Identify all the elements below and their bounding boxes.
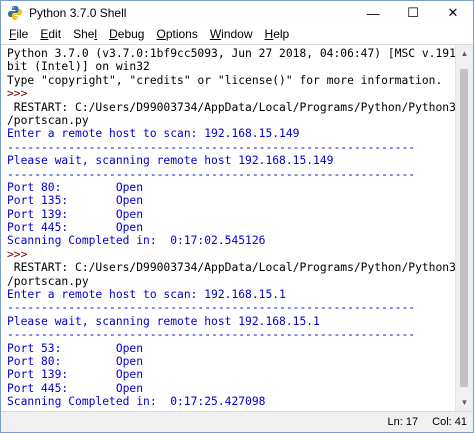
menu-help[interactable]: Help: [259, 25, 296, 44]
shell-line: ----------------------------------------…: [7, 167, 416, 181]
shell-line: Port 80: Open: [7, 354, 144, 368]
shell-text-area[interactable]: Python 3.7.0 (v3.7.0:1bf9cc5093, Jun 27 …: [1, 45, 455, 411]
shell-line: ----------------------------------------…: [7, 301, 416, 315]
menu-window[interactable]: Window: [204, 25, 259, 44]
menu-help-mnemonic: H: [264, 27, 274, 41]
shell-line: RESTART: C:/Users/D99003734/AppData/Loca…: [7, 261, 455, 275]
shell-line: ----------------------------------------…: [7, 328, 416, 342]
shell-line: Port 445: Open: [7, 221, 144, 235]
shell-line: Port 80: Open: [7, 180, 144, 194]
python-logo-icon: [8, 6, 22, 20]
menu-file-label: ile: [16, 27, 29, 41]
menu-shell-mnemonic: l: [94, 27, 98, 41]
vertical-scrollbar[interactable]: ▲ ▼: [455, 45, 473, 411]
shell-line: ----------------------------------------…: [7, 140, 416, 154]
menu-debug[interactable]: Debug: [103, 25, 150, 44]
shell-line: Port 139: Open: [7, 207, 144, 221]
shell-content: Python 3.7.0 (v3.7.0:1bf9cc5093, Jun 27 …: [1, 44, 473, 411]
shell-line: Port 445: Open: [7, 381, 144, 395]
shell-line: Port 53: Open: [7, 341, 144, 355]
status-line-number: Ln: 17: [387, 416, 419, 428]
menu-debug-label: ebug: [117, 27, 145, 41]
shell-line: Port 139: Open: [7, 368, 144, 382]
window-controls: — ☐ ✕: [353, 1, 473, 25]
menu-options-mnemonic: O: [156, 27, 166, 41]
menu-options-label: ptions: [165, 27, 198, 41]
shell-prompt: >>>: [7, 247, 28, 261]
shell-line: RESTART: C:/Users/D99003734/AppData/Loca…: [7, 100, 455, 114]
shell-line: Please wait, scanning remote host 192.16…: [7, 314, 320, 328]
scrollbar-thumb[interactable]: [460, 69, 468, 387]
shell-line: Scanning Completed in: 0:17:25.427098: [7, 395, 266, 409]
menu-help-label: elp: [273, 27, 290, 41]
scroll-down-button[interactable]: ▼: [456, 394, 473, 411]
maximize-icon: ☐: [407, 5, 419, 20]
title-bar[interactable]: Python 3.7.0 Shell — ☐ ✕: [1, 1, 473, 25]
status-bar: Ln: 17 Col: 41: [1, 411, 473, 432]
close-icon: ✕: [447, 5, 459, 20]
close-button[interactable]: ✕: [433, 1, 473, 25]
minimize-button[interactable]: —: [353, 1, 393, 25]
menu-window-label: indow: [221, 27, 253, 41]
shell-line: Enter a remote host to scan: 192.168.15.…: [7, 288, 286, 302]
window-title: Python 3.7.0 Shell: [29, 6, 127, 20]
menu-file[interactable]: File: [3, 25, 34, 44]
menu-debug-mnemonic: D: [109, 27, 118, 41]
shell-line: /portscan.py: [7, 113, 89, 127]
shell-line: Python 3.7.0 (v3.7.0:1bf9cc5093, Jun 27 …: [7, 47, 455, 60]
scroll-down-icon: ▼: [460, 398, 469, 407]
shell-line: Enter a remote host to scan: 192.168.15.…: [7, 127, 300, 141]
shell-line: bit (Intel)] on win32: [7, 60, 150, 74]
scroll-up-icon: ▲: [460, 49, 469, 58]
menu-edit[interactable]: Edit: [34, 25, 67, 44]
shell-prompt: >>>: [7, 409, 455, 411]
menu-options[interactable]: Options: [150, 25, 203, 44]
shell-line: Port 135: Open: [7, 194, 144, 208]
maximize-button[interactable]: ☐: [393, 1, 433, 25]
idle-shell-window: Python 3.7.0 Shell — ☐ ✕ File Edit Shel …: [0, 0, 474, 433]
shell-line: Scanning Completed in: 0:17:02.545126: [7, 234, 266, 248]
menu-shell[interactable]: Shel: [67, 25, 103, 44]
menu-bar: File Edit Shel Debug Options Window Help: [1, 25, 473, 44]
menu-edit-label: dit: [48, 27, 62, 41]
shell-prompt: >>>: [7, 87, 28, 101]
minimize-icon: —: [366, 5, 380, 21]
shell-line: /portscan.py: [7, 274, 89, 288]
status-column-number: Col: 41: [432, 416, 467, 428]
menu-shell-label-pre: She: [73, 27, 95, 41]
shell-line: Please wait, scanning remote host 192.16…: [7, 154, 334, 168]
shell-line: Type "copyright", "credits" or "license(…: [7, 73, 443, 87]
menu-window-mnemonic: W: [209, 27, 222, 41]
scroll-up-button[interactable]: ▲: [456, 45, 473, 62]
